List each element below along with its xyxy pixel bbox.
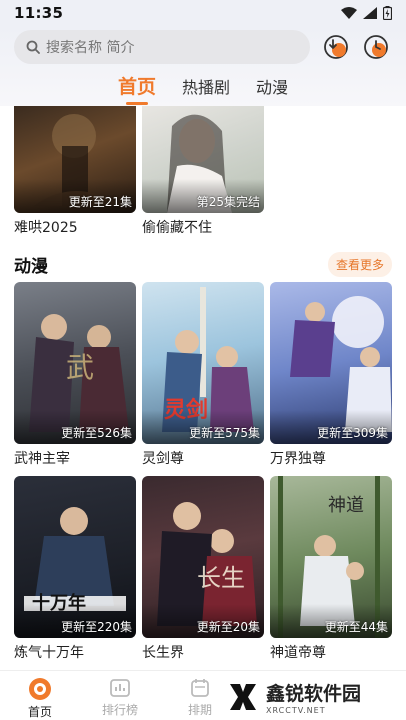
tab-anime[interactable]: 动漫 — [256, 70, 288, 98]
anime-card[interactable]: 神道 更新至44集 神道帝尊 — [270, 476, 392, 662]
svg-text:神道: 神道 — [328, 495, 364, 516]
card-title: 灵剑尊 — [142, 451, 184, 467]
search-placeholder: 搜索名称 简介 — [46, 40, 135, 56]
nav-ranking[interactable]: 排行榜 — [80, 671, 160, 720]
search-icon — [26, 40, 40, 54]
episode-badge: 更新至20集 — [196, 620, 260, 634]
nav-home[interactable]: 首页 — [0, 671, 80, 720]
section-title: 动漫 — [14, 256, 48, 277]
episode-badge: 更新至21集 — [68, 195, 132, 209]
poster-image: 更新至21集 — [14, 106, 136, 213]
poster-image: 灵剑 更新至575集 — [142, 282, 264, 444]
card-title: 炼气十万年 — [14, 645, 84, 661]
download-icon — [324, 35, 348, 59]
nav-label: 排期 — [187, 703, 212, 717]
search-input[interactable]: 搜索名称 简介 — [14, 30, 310, 64]
anime-card[interactable]: 灵剑 更新至575集 灵剑尊 — [142, 282, 264, 468]
episode-badge: 更新至220集 — [61, 620, 132, 634]
episode-badge: 更新至309集 — [317, 426, 388, 440]
card-title: 长生界 — [142, 645, 184, 661]
poster-image: 十万年 更新至220集 — [14, 476, 136, 638]
status-icons — [341, 6, 392, 20]
status-time: 11:35 — [14, 4, 64, 22]
anime-card[interactable]: 武 更新至526集 武神主宰 — [14, 282, 136, 468]
card-title: 万界独尊 — [270, 451, 326, 467]
nav-label: 首页 — [27, 705, 52, 719]
anime-section-header: 动漫 查看更多 — [14, 250, 392, 278]
view-more-button[interactable]: 查看更多 — [327, 251, 392, 277]
card-title: 神道帝尊 — [270, 645, 326, 661]
header: 搜索名称 简介 首页 热播剧 动漫 — [0, 26, 406, 106]
watermark-url: XRCCTV.NET — [266, 706, 326, 715]
home-icon — [29, 678, 51, 700]
watermark-logo-icon — [230, 684, 256, 710]
svg-text:武: 武 — [66, 351, 94, 384]
watermark-text: 鑫锐软件园 — [266, 683, 362, 705]
history-icon — [364, 35, 388, 59]
episode-badge: 第25集完结 — [196, 195, 260, 209]
svg-text:长生: 长生 — [197, 564, 245, 592]
card-title: 难哄2025 — [14, 220, 78, 236]
watermark: 鑫锐软件园 XRCCTV.NET — [226, 674, 406, 720]
episode-badge: 更新至575集 — [189, 426, 260, 440]
history-button[interactable] — [362, 33, 390, 61]
status-bar: 11:35 — [0, 0, 406, 26]
episode-badge: 更新至526集 — [61, 426, 132, 440]
tab-hot-drama[interactable]: 热播剧 — [182, 70, 230, 98]
drama-card[interactable]: 第25集完结 偷偷藏不住 — [142, 106, 264, 237]
tab-home[interactable]: 首页 — [118, 70, 156, 105]
schedule-icon — [191, 679, 209, 697]
anime-card[interactable]: 更新至309集 万界独尊 — [270, 282, 392, 468]
signal-icon — [363, 7, 377, 19]
top-tabs: 首页 热播剧 动漫 — [0, 70, 406, 106]
poster-image: 更新至309集 — [270, 282, 392, 444]
anime-card[interactable]: 长生 更新至20集 长生界 — [142, 476, 264, 662]
poster-image: 第25集完结 — [142, 106, 264, 213]
card-title: 武神主宰 — [14, 451, 70, 467]
anime-card[interactable]: 十万年 更新至220集 炼气十万年 — [14, 476, 136, 662]
ranking-icon — [110, 679, 130, 697]
drama-card[interactable]: 更新至21集 难哄2025 — [14, 106, 136, 237]
poster-image: 长生 更新至20集 — [142, 476, 264, 638]
poster-image: 武 更新至526集 — [14, 282, 136, 444]
episode-badge: 更新至44集 — [324, 620, 388, 634]
download-button[interactable] — [322, 33, 350, 61]
nav-label: 排行榜 — [101, 703, 138, 717]
content-scroll[interactable]: 更新至21集 难哄2025 第25集完结 偷偷藏不住 动漫 查看更多 武 更新至… — [0, 106, 406, 670]
card-title: 偷偷藏不住 — [142, 220, 212, 236]
wifi-icon — [341, 7, 357, 19]
battery-icon — [383, 6, 392, 20]
poster-image: 神道 更新至44集 — [270, 476, 392, 638]
